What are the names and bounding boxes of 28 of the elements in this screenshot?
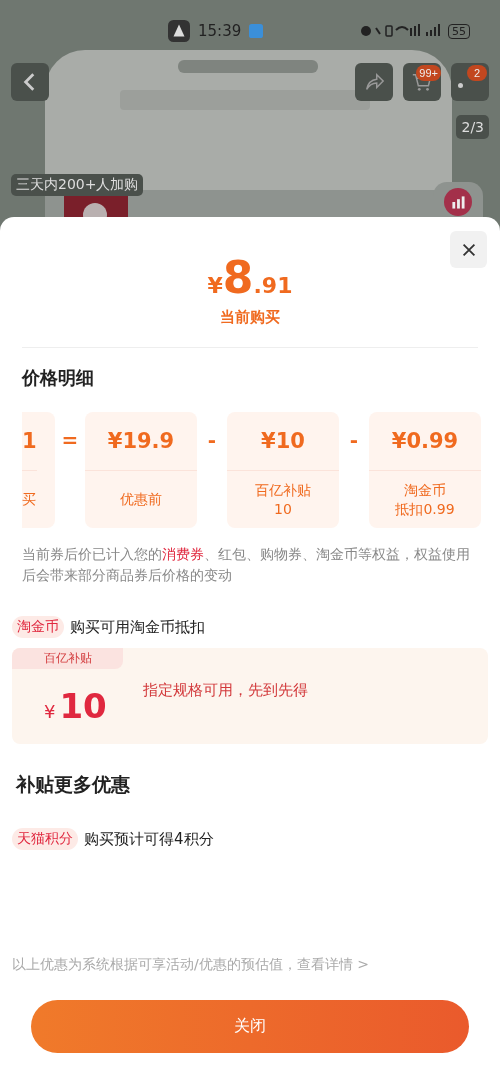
card-label: 10 bbox=[274, 499, 292, 518]
card-label: 抵扣0.99 bbox=[395, 499, 455, 518]
operator-sign: = bbox=[60, 428, 80, 452]
operator-sign: - bbox=[206, 428, 218, 452]
subsidy-text: 指定规格可用，先到先得 bbox=[142, 681, 308, 700]
operator-sign: - bbox=[348, 428, 360, 452]
coin-text: 购买可用淘金币抵扣 bbox=[70, 617, 205, 637]
points-text: 购买预计可得4积分 bbox=[84, 829, 214, 849]
card-value: ¥10 bbox=[227, 412, 339, 471]
subsidy-badge: 百亿补贴 bbox=[12, 648, 123, 669]
card-value: ¥0.99 bbox=[369, 412, 481, 471]
subsidy-amount: ¥10 bbox=[44, 689, 107, 723]
price-label: 当前购买 bbox=[220, 308, 280, 327]
card-value: 1 bbox=[22, 412, 37, 471]
close-button[interactable]: 关闭 bbox=[31, 1000, 469, 1053]
card-label: 淘金币 bbox=[404, 481, 446, 500]
card-value: ¥19.9 bbox=[85, 412, 197, 471]
card-label: 优惠前 bbox=[120, 490, 162, 509]
section-title: 补贴更多优惠 bbox=[16, 772, 131, 797]
card-label: 买 bbox=[22, 490, 36, 509]
card-label: 百亿补贴 bbox=[255, 481, 311, 500]
close-button[interactable] bbox=[450, 231, 487, 268]
points-tag: 天猫积分 bbox=[12, 828, 78, 850]
section-title: 价格明细 bbox=[22, 366, 95, 390]
note-text: 当前券后价已计入您的消费券、红包、购物券、淘金币等权益，权益使用后会带来部分商品券后价格的变动 bbox=[22, 545, 471, 585]
details-link[interactable]: 以上优惠为系统根据可享活动/优惠的预估值，查看详情 > bbox=[12, 956, 488, 974]
price-text: ¥8.91 bbox=[207, 256, 293, 300]
coin-tag: 淘金币 bbox=[12, 616, 64, 638]
